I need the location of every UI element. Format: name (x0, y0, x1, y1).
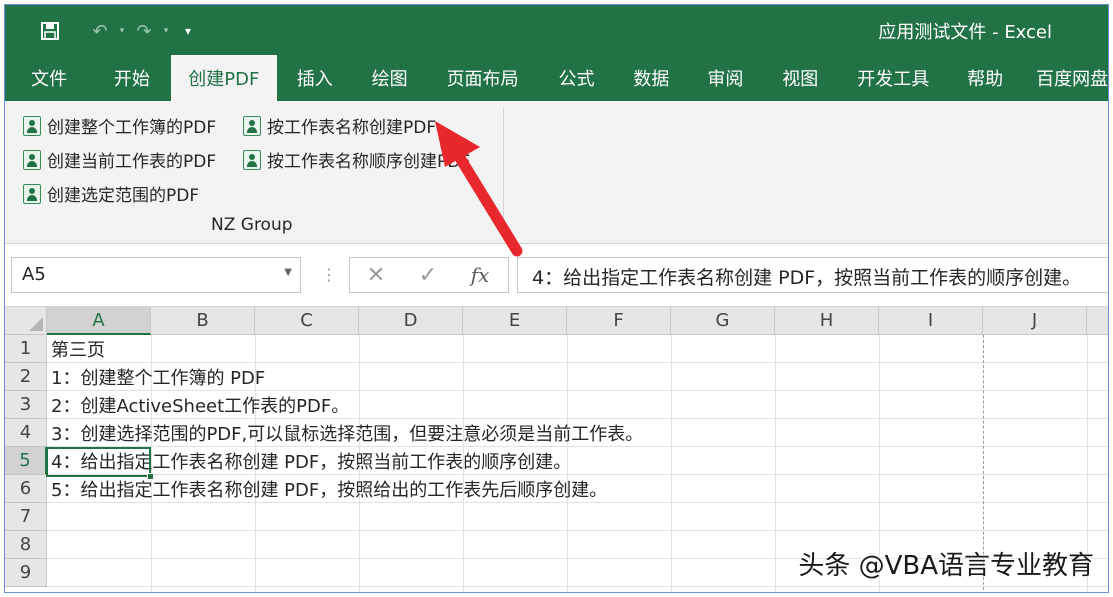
undo-icon[interactable]: ↶ (85, 19, 115, 43)
row-header-8[interactable]: 8 (5, 531, 47, 559)
formula-input[interactable]: 4：给出指定工作表名称创建 PDF，按照当前工作表的顺序创建。 (517, 257, 1108, 293)
tab-view[interactable]: 视图 (762, 55, 838, 101)
select-all-button[interactable] (5, 307, 47, 335)
undo-dropdown-icon[interactable]: ▾ (115, 26, 129, 36)
cell-a2[interactable]: 1：创建整个工作簿的 PDF (51, 363, 265, 391)
create-pdf-by-sheet-order-button[interactable]: 按工作表名称顺序创建PDF (243, 147, 470, 172)
title-bar: ↶ ▾ ↷ ▾ ▾ 应用测试文件 - Excel (5, 5, 1108, 55)
tab-help[interactable]: 帮助 (948, 55, 1022, 101)
redo-dropdown-icon[interactable]: ▾ (159, 26, 173, 36)
user-icon (23, 183, 41, 204)
create-pdf-by-sheet-name-label: 按工作表名称创建PDF (267, 118, 437, 138)
tab-create-pdf[interactable]: 创建PDF (170, 55, 277, 101)
row-header-4[interactable]: 4 (5, 419, 47, 447)
column-header-h[interactable]: H (775, 307, 879, 335)
table-row (47, 503, 1108, 531)
active-cell-outline[interactable] (46, 447, 151, 477)
ribbon-tabs: 文件 开始 创建PDF 插入 绘图 页面布局 公式 数据 审阅 视图 开发工具 … (5, 55, 1108, 101)
table-row (47, 335, 1108, 363)
cell-a1[interactable]: 第三页 (51, 335, 105, 363)
redo-icon[interactable]: ↷ (129, 19, 159, 43)
column-header-i[interactable]: I (879, 307, 983, 335)
create-selection-pdf-label: 创建选定范围的PDF (47, 186, 200, 206)
tab-page-layout[interactable]: 页面布局 (427, 55, 539, 101)
window-title: 应用测试文件 - Excel (878, 22, 1052, 43)
create-pdf-by-sheet-name-button[interactable]: 按工作表名称创建PDF (243, 113, 436, 138)
column-header-f[interactable]: F (567, 307, 671, 335)
column-header-d[interactable]: D (359, 307, 463, 335)
grid-line (671, 335, 672, 592)
tab-draw[interactable]: 绘图 (353, 55, 427, 101)
user-icon (23, 115, 41, 136)
create-current-sheet-pdf-label: 创建当前工作表的PDF (47, 152, 217, 172)
grid-line (775, 335, 776, 592)
user-icon (243, 149, 261, 170)
column-header-a[interactable]: A (47, 307, 151, 335)
ribbon-group-label: NZ Group (211, 215, 293, 235)
column-header-g[interactable]: G (671, 307, 775, 335)
name-box[interactable]: A5 ▼ (11, 257, 301, 293)
user-icon (23, 149, 41, 170)
column-header-c[interactable]: C (255, 307, 359, 335)
row-header-7[interactable]: 7 (5, 503, 47, 531)
create-workbook-pdf-label: 创建整个工作簿的PDF (47, 118, 217, 138)
user-icon (243, 115, 261, 136)
watermark: 头条 @VBA语言专业教育 (798, 551, 1094, 581)
row-header-1[interactable]: 1 (5, 335, 47, 363)
fill-handle[interactable] (147, 473, 154, 480)
chevron-down-icon[interactable]: ▼ (284, 267, 292, 278)
tab-home[interactable]: 开始 (93, 55, 171, 101)
insert-function-icon[interactable]: fx (454, 263, 506, 287)
row-header-3[interactable]: 3 (5, 391, 47, 419)
ribbon-group-divider (503, 107, 504, 235)
row-header-6[interactable]: 6 (5, 475, 47, 503)
formula-buttons: ✕ ✓ fx (349, 257, 509, 293)
save-icon[interactable] (35, 19, 65, 43)
create-pdf-by-sheet-order-label: 按工作表名称顺序创建PDF (267, 152, 471, 172)
formula-bar: A5 ▼ ⋮ ✕ ✓ fx 4：给出指定工作表名称创建 PDF，按照当前工作表的… (5, 245, 1108, 307)
customize-qat-icon[interactable]: ▾ (173, 19, 203, 43)
create-workbook-pdf-button[interactable]: 创建整个工作簿的PDF (23, 113, 216, 138)
formula-bar-grip-icon[interactable]: ⋮ (321, 265, 337, 284)
cell-a4[interactable]: 3：创建选择范围的PDF,可以鼠标选择范围，但要注意必须是当前工作表。 (51, 419, 643, 447)
enter-icon[interactable]: ✓ (402, 263, 454, 288)
quick-access-toolbar: ↶ ▾ ↷ ▾ ▾ (35, 19, 203, 43)
column-header-b[interactable]: B (151, 307, 255, 335)
tab-data[interactable]: 数据 (614, 55, 688, 101)
cancel-icon[interactable]: ✕ (350, 263, 402, 288)
cell-a3[interactable]: 2：创建ActiveSheet工作表的PDF。 (51, 391, 349, 419)
column-header-k[interactable] (1087, 307, 1108, 335)
column-header-e[interactable]: E (463, 307, 567, 335)
row-header-5[interactable]: 5 (5, 447, 47, 475)
row-header-9[interactable]: 9 (5, 559, 47, 587)
tab-insert[interactable]: 插入 (277, 55, 353, 101)
tab-review[interactable]: 审阅 (688, 55, 762, 101)
tab-developer[interactable]: 开发工具 (838, 55, 948, 101)
name-box-value: A5 (22, 264, 46, 285)
cell-a6[interactable]: 5：给出指定工作表名称创建 PDF，按照给出的工作表先后顺序创建。 (51, 475, 607, 503)
tab-formulas[interactable]: 公式 (539, 55, 615, 101)
ribbon-panel: 创建整个工作簿的PDF 按工作表名称创建PDF 创建当前工作表的PDF 按工作表… (5, 101, 1108, 244)
excel-window: ↶ ▾ ↷ ▾ ▾ 应用测试文件 - Excel 文件 开始 创建PDF 插入 … (4, 4, 1109, 593)
tab-baidu-netdisk[interactable]: 百度网盘 (1022, 55, 1108, 101)
create-current-sheet-pdf-button[interactable]: 创建当前工作表的PDF (23, 147, 216, 172)
column-header-j[interactable]: J (983, 307, 1087, 335)
create-selection-pdf-button[interactable]: 创建选定范围的PDF (23, 181, 199, 206)
tab-file[interactable]: 文件 (5, 55, 93, 101)
row-header-2[interactable]: 2 (5, 363, 47, 391)
